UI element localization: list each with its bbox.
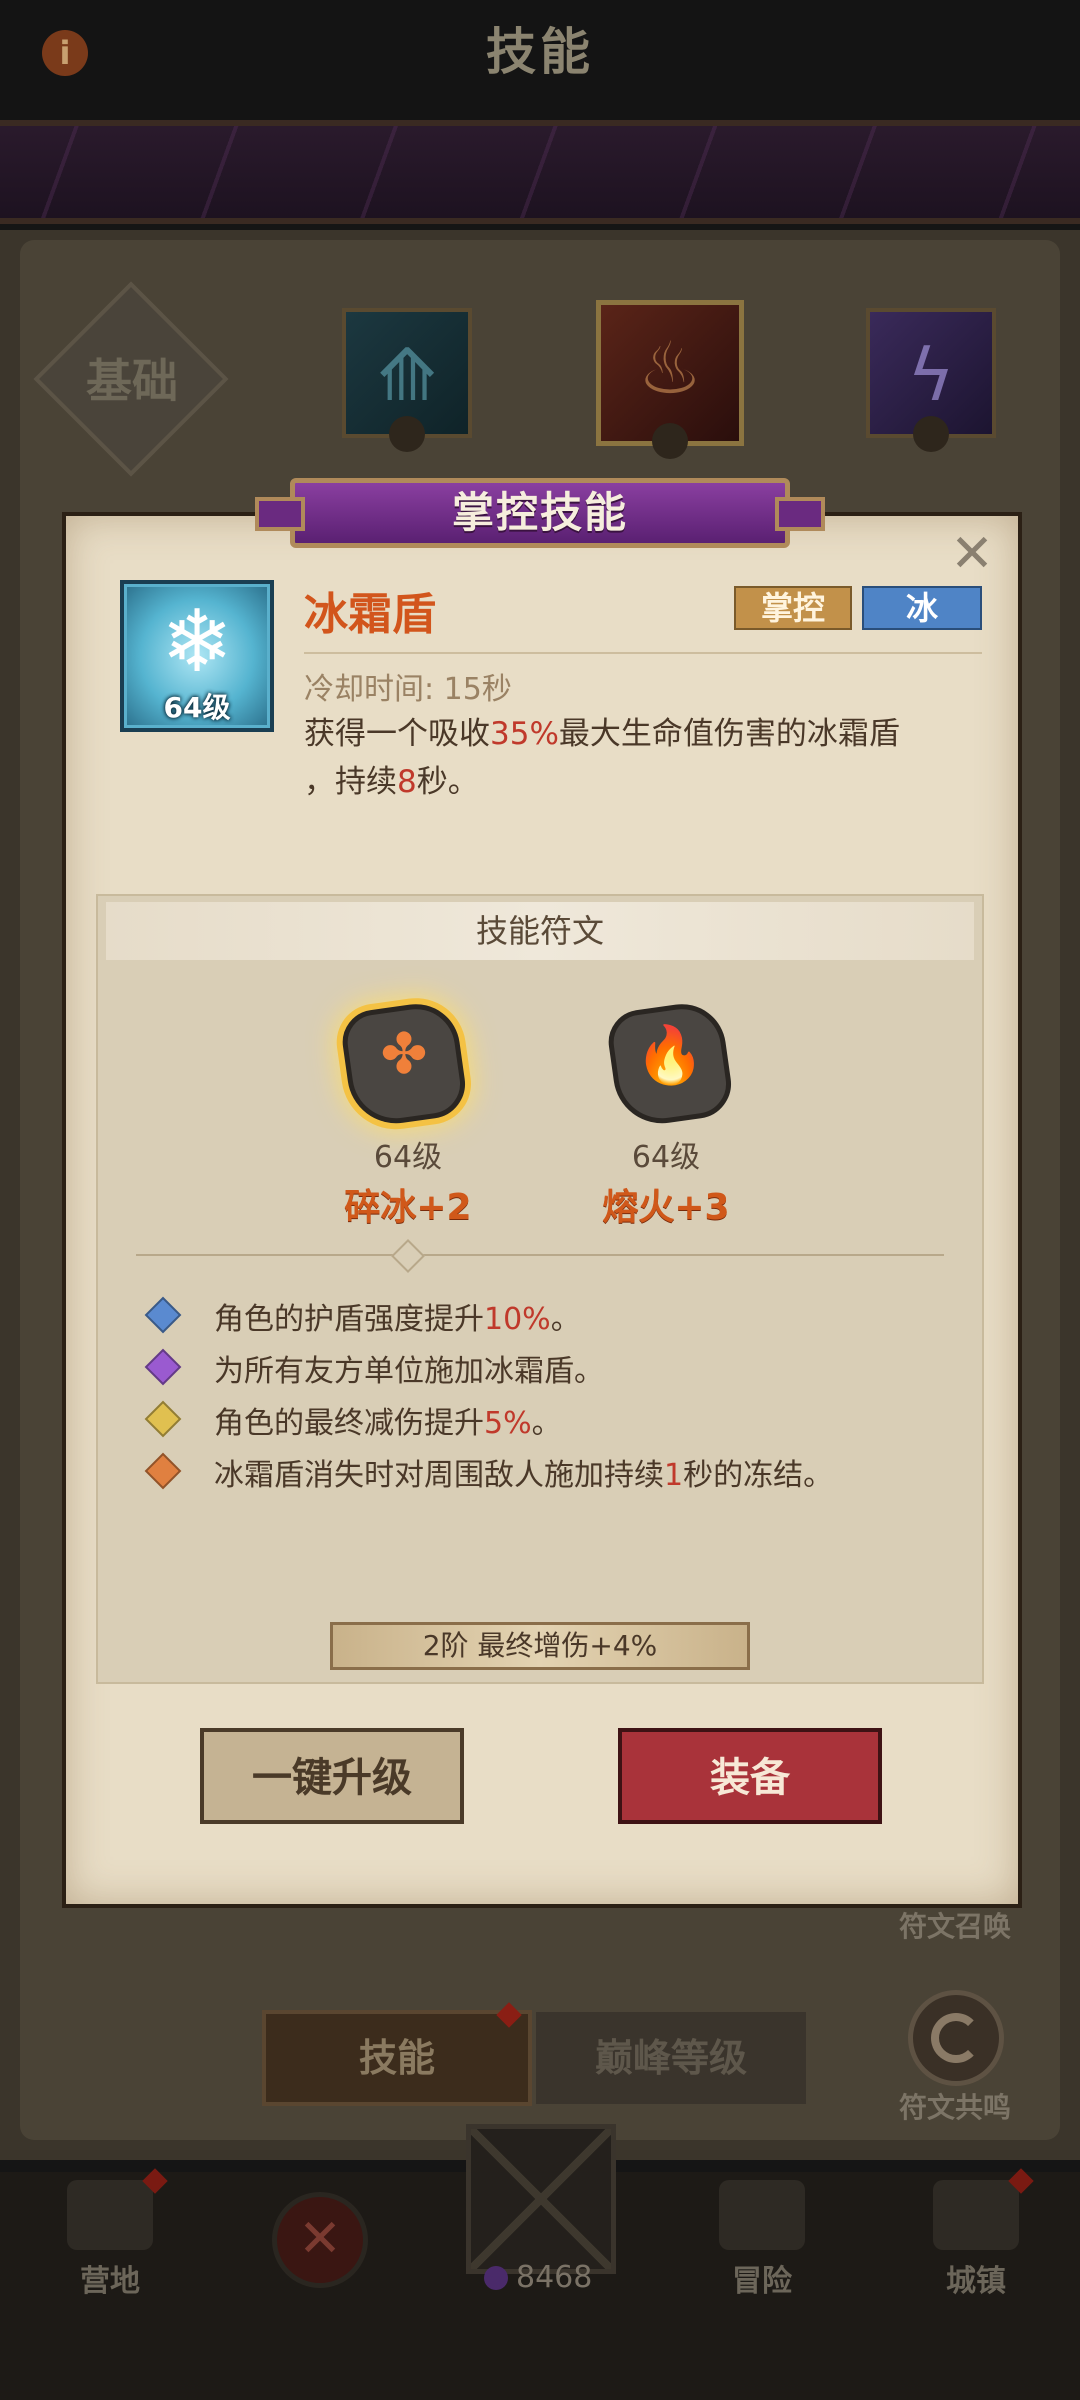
rune-tier-bonus: 2阶 最终增伤+4%: [330, 1622, 750, 1670]
dialog-title: 掌控技能: [451, 488, 628, 537]
equip-button[interactable]: 装备: [618, 1728, 882, 1824]
close-button[interactable]: ✕: [946, 528, 998, 580]
skill-description-line2: ，持续8秒。: [304, 764, 479, 800]
tab-skills[interactable]: 技能: [262, 2002, 532, 2106]
nav-town-label: 城镇: [946, 2264, 1006, 2299]
fire-claw-icon: ♨: [637, 326, 703, 410]
snowflake-icon: ❄: [160, 592, 234, 692]
nav-camp[interactable]: 营地: [30, 2168, 190, 2300]
swirl-icon: [931, 2013, 981, 2063]
rune-panel: [96, 894, 984, 1684]
page-title: 技能: [486, 23, 594, 81]
nav-adventure[interactable]: 冒险: [682, 2180, 842, 2300]
tab-badge: [913, 416, 949, 452]
info-icon[interactable]: i: [42, 30, 88, 76]
close-circle-icon[interactable]: ✕: [272, 2192, 368, 2288]
rune-shatter[interactable]: ✤: [338, 998, 476, 1130]
tab-skills-label: 技能: [358, 2036, 435, 2080]
skill-description-line1: 获得一个吸收35%最大生命值伤害的冰霜盾: [304, 716, 900, 752]
rune-name: 碎冰+2: [344, 1187, 472, 1228]
skill-level: 64级: [163, 691, 231, 724]
rune-name: 熔火+3: [602, 1187, 730, 1228]
rune-panel-title: 技能符文: [475, 912, 604, 950]
title-bar: [0, 120, 1080, 224]
rune-level: 64级: [631, 1140, 701, 1175]
map-icon: [719, 2180, 805, 2250]
tab-arcane-skill[interactable]: ϟ: [866, 308, 996, 452]
skill-name: 冰霜盾: [304, 589, 436, 640]
rune-summon-button[interactable]: 符文召唤: [880, 1905, 1030, 1945]
divider: [136, 1254, 944, 1256]
tag-ice: 冰: [862, 586, 982, 630]
flame-icon: 🔥: [635, 1023, 705, 1088]
crystal-icon: [484, 2266, 508, 2290]
rune-level: 64级: [373, 1140, 443, 1175]
crystal-count: 8468: [516, 2260, 593, 2295]
tab-basic-label: 基础: [86, 354, 178, 408]
nav-center-portrait[interactable]: [466, 2124, 616, 2274]
nav-town[interactable]: 城镇: [896, 2168, 1056, 2300]
one-click-upgrade-button[interactable]: 一键升级: [200, 1728, 464, 1824]
nav-camp-label: 营地: [80, 2264, 140, 2299]
tag-control: 掌控: [734, 586, 852, 630]
skill-cooldown: 冷却时间: 15秒: [304, 672, 512, 707]
tab-peak-level[interactable]: 巅峰等级: [536, 2012, 806, 2104]
nav-adventure-label: 冒险: [732, 2264, 792, 2299]
rune-resonance-label: 符文共鸣: [898, 2091, 1011, 2124]
tab-badge: [652, 423, 688, 459]
divider: [304, 652, 982, 654]
tab-ice-skill[interactable]: ⟰: [342, 308, 472, 452]
castle-icon: [933, 2180, 1019, 2250]
rune-resonance-button[interactable]: [908, 1990, 1004, 2086]
rune-magma[interactable]: 🔥: [604, 998, 742, 1130]
tab-badge: [389, 416, 425, 452]
tab-fire-skill[interactable]: ♨: [596, 300, 744, 459]
shatter-clover-icon: ✤: [380, 1022, 428, 1087]
tent-icon: [67, 2180, 153, 2250]
